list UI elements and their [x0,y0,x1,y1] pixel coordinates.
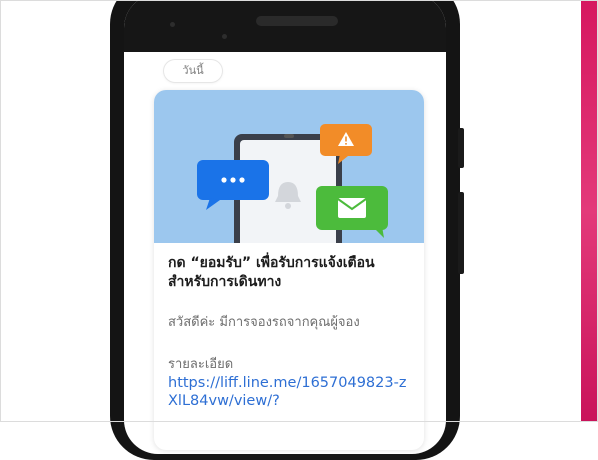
hero-illustration [197,124,388,243]
status-bar [124,0,446,52]
phone-screen: วันนี้ กด “ยอมรับ” เพื่อรับการแจ้งเตือนส… [124,0,446,454]
date-separator-chip: วันนี้ [164,60,222,82]
background-accent-strip [578,0,598,422]
details-link[interactable]: https://liff.line.me/1657049823-zXlL84vw… [168,374,414,410]
front-sensor [170,22,175,27]
earpiece-speaker [256,16,338,26]
card-greeting: สวัสดีค่ะ มีการจองรถจากคุณผู้จอง [168,315,360,330]
card-details-label: รายละเอียด [168,357,234,372]
card-title: กด “ยอมรับ” เพื่อรับการแจ้งเตือนสำหรับกา… [168,255,375,290]
card-hero-image [154,90,424,243]
phone-volume-button [458,192,464,274]
card-body: กด “ยอมรับ” เพื่อรับการแจ้งเตือนสำหรับกา… [168,254,414,410]
phone-power-button [458,128,464,168]
notification-message-card[interactable]: กด “ยอมรับ” เพื่อรับการแจ้งเตือนสำหรับกา… [154,90,424,450]
front-camera [222,34,227,39]
